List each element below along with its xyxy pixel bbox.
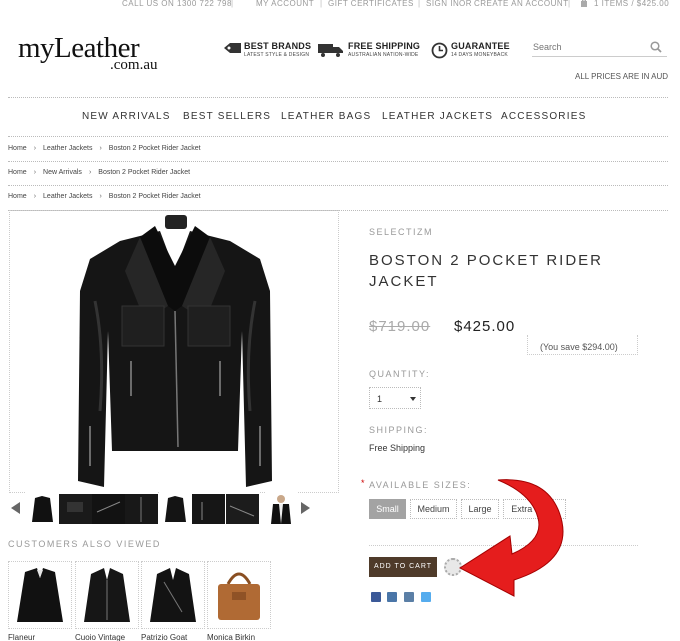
feature-guarantee: GUARANTEE 14 DAYS MONEYBACK bbox=[431, 40, 511, 64]
nav-new-arrivals[interactable]: NEW ARRIVALS bbox=[82, 111, 171, 122]
thumbnail[interactable] bbox=[26, 492, 59, 526]
top-bar: CALL US ON 1300 722 798 | MY ACCOUNT | G… bbox=[0, 0, 680, 10]
product-image[interactable] bbox=[9, 210, 339, 493]
thumbnail[interactable] bbox=[59, 492, 92, 526]
twitter-icon[interactable] bbox=[421, 592, 431, 602]
also-viewed-title: CUSTOMERS ALSO VIEWED bbox=[8, 539, 161, 549]
email-icon[interactable] bbox=[387, 592, 397, 602]
tag-icon bbox=[223, 42, 243, 63]
thumbnail[interactable] bbox=[265, 492, 298, 526]
quantity-select[interactable]: 1 bbox=[369, 387, 421, 409]
site-logo-domain: .com.au bbox=[110, 57, 158, 73]
print-icon[interactable] bbox=[404, 592, 414, 602]
search-input[interactable] bbox=[532, 37, 667, 57]
size-option-small[interactable]: Small bbox=[369, 499, 406, 519]
breadcrumb-category[interactable]: Leather Jackets bbox=[43, 145, 92, 152]
thumbnail[interactable] bbox=[159, 492, 192, 526]
facebook-icon[interactable] bbox=[371, 592, 381, 602]
divider bbox=[8, 136, 668, 137]
phone-number: CALL US ON 1300 722 798 bbox=[122, 0, 232, 8]
thumbnail[interactable] bbox=[92, 492, 125, 526]
breadcrumb-category[interactable]: New Arrivals bbox=[43, 169, 82, 176]
feature-free-shipping: FREE SHIPPING AUSTRALIAN NATION-WIDE bbox=[318, 40, 420, 64]
also-viewed-item[interactable] bbox=[8, 561, 72, 629]
currency-note: ALL PRICES ARE IN AUD bbox=[575, 72, 669, 81]
thumbnail-next-arrow[interactable] bbox=[301, 502, 310, 514]
original-price: $719.00 bbox=[369, 318, 431, 335]
gift-certificates-link[interactable]: GIFT CERTIFICATES bbox=[328, 0, 414, 8]
shipping-label: SHIPPING: bbox=[369, 425, 429, 435]
also-viewed-label[interactable]: Cuoio Vintage bbox=[75, 633, 125, 641]
nav-leather-jackets[interactable]: LEATHER JACKETS bbox=[382, 111, 493, 122]
quantity-label: QUANTITY: bbox=[369, 369, 431, 379]
cart-icon[interactable] bbox=[580, 0, 588, 9]
also-viewed-label[interactable]: Monica Birkin bbox=[207, 633, 255, 641]
thumbnail[interactable] bbox=[192, 492, 225, 526]
search-icon[interactable] bbox=[650, 40, 662, 58]
divider bbox=[8, 185, 668, 186]
also-viewed-item[interactable] bbox=[141, 561, 205, 629]
divider bbox=[8, 97, 668, 98]
nav-best-sellers[interactable]: BEST SELLERS bbox=[183, 111, 271, 122]
my-account-link[interactable]: MY ACCOUNT bbox=[256, 0, 314, 8]
product-brand[interactable]: SELECTIZM bbox=[369, 227, 433, 237]
breadcrumb-home[interactable]: Home bbox=[8, 169, 27, 176]
breadcrumb-product[interactable]: Boston 2 Pocket Rider Jacket bbox=[98, 169, 190, 176]
breadcrumb-product[interactable]: Boston 2 Pocket Rider Jacket bbox=[109, 193, 201, 200]
nav-leather-bags[interactable]: LEATHER BAGS bbox=[281, 111, 371, 122]
shipping-value: Free Shipping bbox=[369, 443, 426, 453]
separator: | bbox=[418, 0, 421, 8]
create-account-link[interactable]: CREATE AN ACCOUNT bbox=[474, 0, 569, 8]
separator: | bbox=[231, 0, 234, 8]
required-mark: * bbox=[361, 478, 365, 488]
jacket-image bbox=[78, 215, 272, 487]
quantity-value: 1 bbox=[377, 394, 383, 404]
chevron-down-icon bbox=[410, 397, 416, 401]
also-viewed-item[interactable] bbox=[207, 561, 271, 629]
divider bbox=[8, 161, 668, 162]
sign-in-link[interactable]: SIGN IN bbox=[426, 0, 459, 8]
separator: | bbox=[568, 0, 571, 8]
main-nav: NEW ARRIVALS BEST SELLERS LEATHER BAGS L… bbox=[0, 111, 680, 125]
truck-icon bbox=[318, 42, 344, 63]
thumbnail[interactable] bbox=[226, 492, 259, 526]
breadcrumb: Home › Leather Jackets › Boston 2 Pocket Rid… bbox=[8, 145, 201, 152]
breadcrumb-category[interactable]: Leather Jackets bbox=[43, 193, 92, 200]
cart-summary[interactable]: 1 ITEMS / $425.00 bbox=[594, 0, 669, 8]
also-viewed-item[interactable] bbox=[75, 561, 139, 629]
breadcrumb: Home › New Arrivals › Boston 2 Pocket Rider … bbox=[8, 169, 191, 176]
thumbnail[interactable] bbox=[125, 492, 158, 526]
also-viewed-label[interactable]: Patrizio Goat bbox=[141, 633, 187, 641]
breadcrumb-product[interactable]: Boston 2 Pocket Rider Jacket bbox=[109, 145, 201, 152]
thumbnail-strip bbox=[9, 492, 339, 526]
product-title: BOSTON 2 POCKET RIDER JACKET bbox=[369, 252, 603, 290]
breadcrumb: Home › Leather Jackets › Boston 2 Pocket Rid… bbox=[8, 193, 201, 200]
nav-accessories[interactable]: ACCESSORIES bbox=[501, 111, 586, 122]
feature-best-brands: BEST BRANDS LATEST STYLE & DESIGN bbox=[223, 40, 313, 64]
or-text: OR bbox=[459, 0, 472, 8]
breadcrumb-home[interactable]: Home bbox=[8, 193, 27, 200]
clock-icon bbox=[431, 42, 448, 64]
red-arrow-icon bbox=[459, 479, 564, 597]
separator: | bbox=[320, 0, 323, 8]
breadcrumb-home[interactable]: Home bbox=[8, 145, 27, 152]
savings-text: (You save $294.00) bbox=[540, 342, 618, 352]
add-to-cart-button[interactable]: ADD TO CART bbox=[369, 557, 437, 577]
sale-price: $425.00 bbox=[454, 318, 516, 335]
also-viewed-label[interactable]: Flaneur bbox=[8, 633, 35, 641]
